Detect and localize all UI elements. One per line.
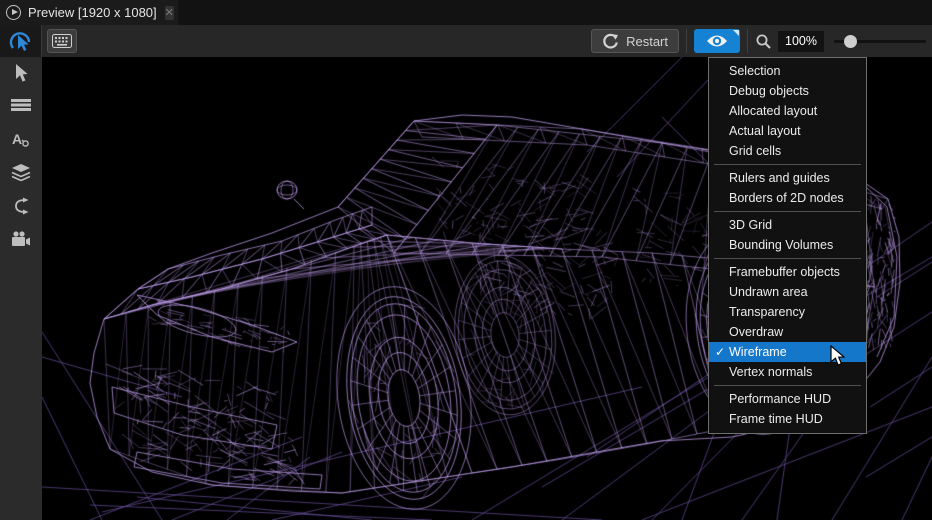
- debug-view-button[interactable]: [694, 29, 740, 53]
- tool-sidebar: A: [0, 57, 42, 520]
- tab-title: Preview [1920 x 1080]: [28, 5, 157, 20]
- keyboard-button[interactable]: [47, 29, 77, 53]
- app-window: Preview [1920 x 1080] ✕: [0, 0, 932, 520]
- tab-bar: Preview [1920 x 1080] ✕: [0, 0, 932, 25]
- menu-item-performance-hud[interactable]: Performance HUD: [709, 389, 866, 409]
- dropdown-corner-icon: [733, 30, 739, 36]
- menu-separator: [714, 211, 861, 212]
- mouse-cursor-icon: [830, 345, 848, 367]
- separator: [747, 29, 748, 53]
- close-icon[interactable]: ✕: [165, 6, 174, 20]
- text-node-icon: A: [11, 131, 31, 149]
- table-icon: [11, 99, 31, 114]
- separator: [686, 29, 687, 53]
- toolbar: Restart 100%: [0, 25, 932, 57]
- play-icon: [6, 5, 21, 20]
- pick-tool-active[interactable]: [0, 25, 42, 57]
- layers-icon: [11, 164, 31, 181]
- preview-viewport[interactable]: Selection Debug objects Allocated layout…: [42, 57, 932, 520]
- restart-button[interactable]: Restart: [591, 29, 679, 53]
- menu-item-grid-cells[interactable]: Grid cells: [709, 141, 866, 161]
- menu-item-transparency[interactable]: Transparency: [709, 302, 866, 322]
- zoom-slider-thumb[interactable]: [844, 35, 857, 48]
- check-icon: ✓: [713, 342, 727, 362]
- connections-icon: [12, 197, 30, 215]
- pointer-tool[interactable]: [0, 57, 42, 90]
- menu-separator: [714, 164, 861, 165]
- menu-item-undrawn-area[interactable]: Undrawn area: [709, 282, 866, 302]
- connections-tool[interactable]: [0, 189, 42, 222]
- table-view-tool[interactable]: [0, 90, 42, 123]
- magnifier-icon: [755, 33, 772, 50]
- camera-tool[interactable]: [0, 222, 42, 255]
- restart-label: Restart: [626, 34, 668, 49]
- pointer-icon: [13, 64, 30, 83]
- menu-item-allocated-layout[interactable]: Allocated layout: [709, 101, 866, 121]
- tab-preview[interactable]: Preview [1920 x 1080] ✕: [0, 0, 178, 25]
- layers-tool[interactable]: [0, 156, 42, 189]
- eye-icon: [705, 33, 729, 49]
- menu-item-bounding-volumes[interactable]: Bounding Volumes: [709, 235, 866, 255]
- camera-icon: [11, 231, 31, 247]
- menu-separator: [714, 385, 861, 386]
- menu-item-3d-grid[interactable]: 3D Grid: [709, 215, 866, 235]
- menu-item-frame-time-hud[interactable]: Frame time HUD: [709, 409, 866, 429]
- debug-view-menu: Selection Debug objects Allocated layout…: [708, 57, 867, 434]
- menu-item-selection[interactable]: Selection: [709, 61, 866, 81]
- svg-text:A: A: [12, 131, 22, 147]
- zoom-slider[interactable]: [834, 29, 926, 53]
- menu-item-rulers-and-guides[interactable]: Rulers and guides: [709, 168, 866, 188]
- menu-separator: [714, 258, 861, 259]
- menu-item-framebuffer-objects[interactable]: Framebuffer objects: [709, 262, 866, 282]
- menu-item-overdraw[interactable]: Overdraw: [709, 322, 866, 342]
- menu-item-debug-objects[interactable]: Debug objects: [709, 81, 866, 101]
- text-tool[interactable]: A: [0, 123, 42, 156]
- menu-item-actual-layout[interactable]: Actual layout: [709, 121, 866, 141]
- zoom-value[interactable]: 100%: [778, 31, 824, 52]
- keyboard-icon: [52, 34, 72, 48]
- restart-icon: [602, 33, 619, 50]
- pick-cursor-icon: [9, 29, 33, 53]
- menu-item-borders-of-2d-nodes[interactable]: Borders of 2D nodes: [709, 188, 866, 208]
